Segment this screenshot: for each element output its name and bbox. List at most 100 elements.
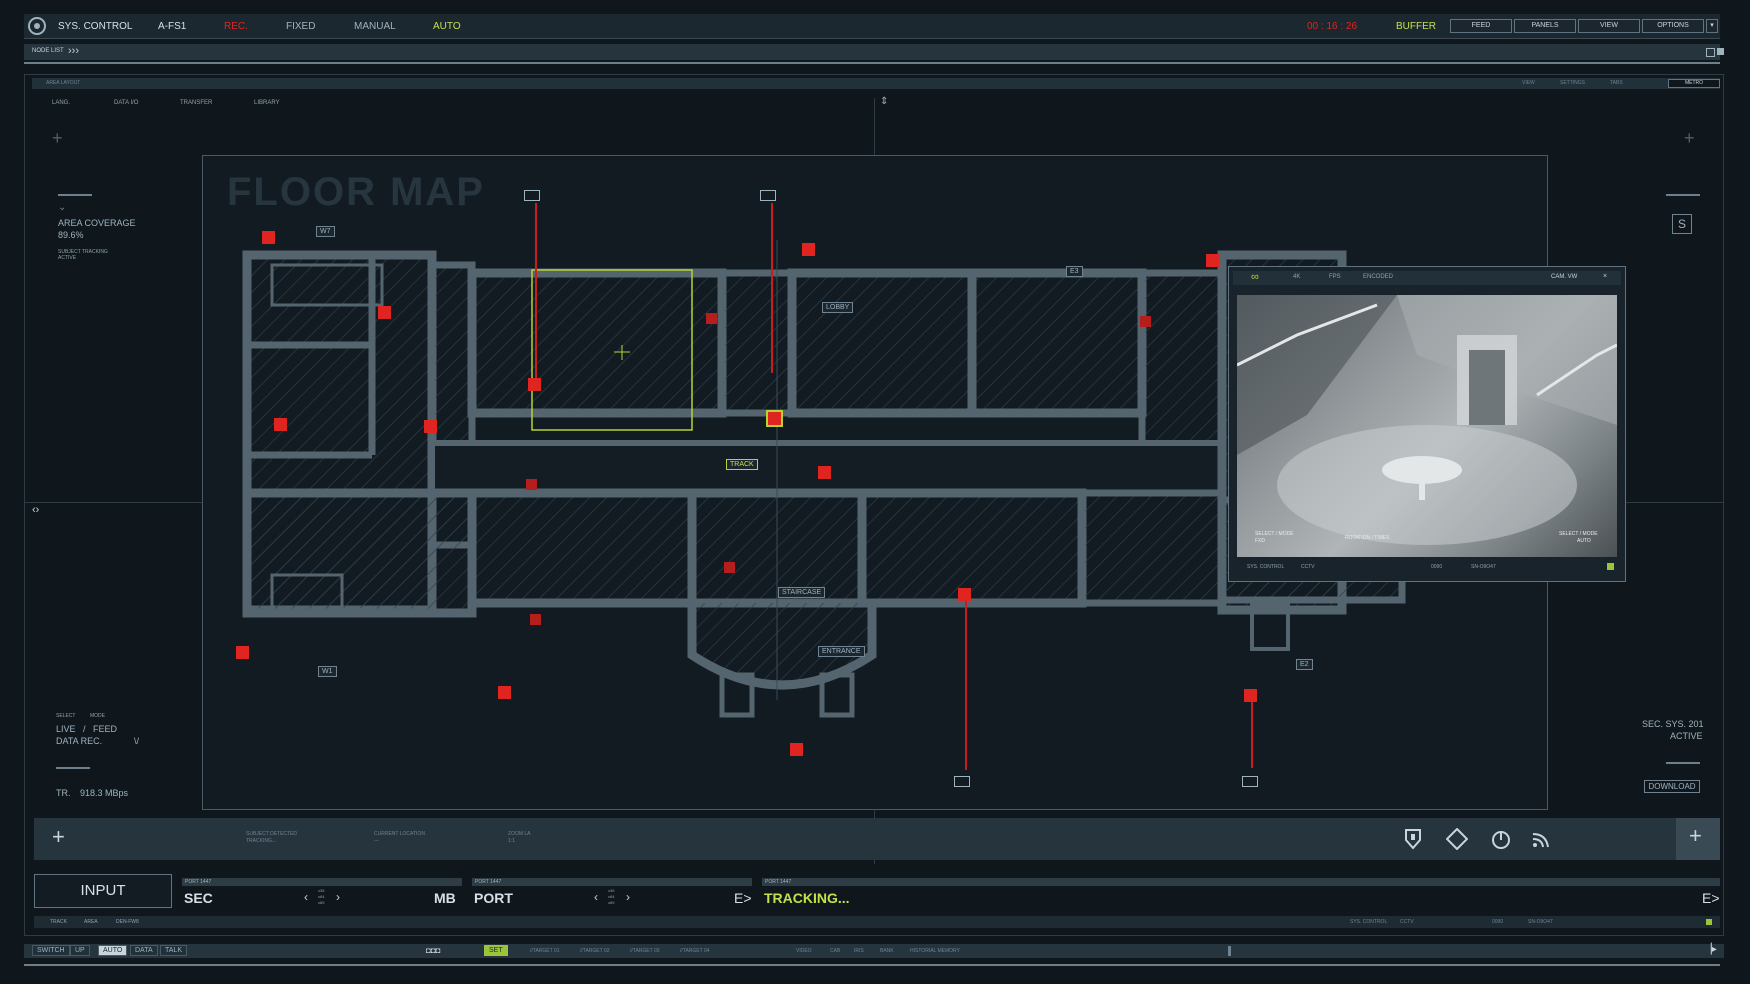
target-01[interactable]: //TARGET 01 <box>530 948 560 954</box>
panel-tabs-link[interactable]: TABS <box>1610 80 1623 86</box>
room-label-lobby[interactable]: LOBBY <box>822 302 854 313</box>
mini-controls-icon[interactable]: ◘◘◘ <box>426 946 441 955</box>
tracking-field[interactable]: PORT 1447 TRACKING... E> <box>762 878 1720 908</box>
set-button[interactable]: SET <box>484 945 508 956</box>
room-label-e3[interactable]: E3 <box>1066 266 1083 277</box>
subject-marker[interactable] <box>802 243 815 256</box>
execute-label[interactable]: E> <box>734 890 752 906</box>
room-label-e2[interactable]: E2 <box>1296 659 1313 670</box>
scroll-marker[interactable] <box>1228 946 1231 956</box>
s-badge[interactable]: S <box>1672 214 1692 234</box>
room-label-w1[interactable]: W1 <box>318 666 337 677</box>
menu-transfer[interactable]: TRANSFER <box>180 100 212 106</box>
stepper-right-icon[interactable]: › <box>626 890 630 904</box>
add-icon[interactable]: + <box>52 824 65 850</box>
bank-link[interactable]: BANK <box>880 948 894 954</box>
sec-field[interactable]: PORT 1447 SEC ‹ x36 x64 x89 › MB <box>182 878 462 908</box>
port-field[interactable]: PORT 1447 PORT ‹ x36 x64 x89 › E> <box>472 878 752 908</box>
target-04[interactable]: //TARGET 04 <box>680 948 710 954</box>
rec-indicator[interactable]: REC. <box>224 21 248 32</box>
expand-chevrons-icon[interactable]: ››› <box>68 45 79 57</box>
target-03[interactable]: //TARGET 03 <box>630 948 660 954</box>
subject-marker[interactable] <box>526 479 537 490</box>
camera-icon[interactable] <box>954 776 970 787</box>
live-feed-toggle[interactable]: LIVE / FEED <box>56 724 117 734</box>
camera-icon[interactable] <box>760 190 776 201</box>
window-icon[interactable] <box>1706 48 1715 57</box>
sub-den[interactable]: DEN-FW8 <box>116 919 139 925</box>
signal-icon[interactable] <box>1530 828 1552 850</box>
coverage-value: 89.6% <box>58 230 84 240</box>
subject-marker[interactable] <box>424 420 437 433</box>
switch-button[interactable]: SWITCH <box>32 945 70 956</box>
panel-view-link[interactable]: VIEW <box>1522 80 1535 86</box>
close-icon[interactable]: × <box>1603 273 1607 280</box>
menu-library[interactable]: LIBRARY <box>254 100 280 106</box>
download-button[interactable]: DOWNLOAD <box>1644 780 1700 793</box>
camera-feed-image[interactable]: SELECT / MODE FXD ROTATION / TIMES SELEC… <box>1237 295 1617 557</box>
panels-button[interactable]: PANELS <box>1514 19 1576 33</box>
historial-memory-link[interactable]: HISTORIAL MEMORY <box>910 948 960 954</box>
subject-marker[interactable] <box>790 743 803 756</box>
subject-marker[interactable] <box>1140 316 1151 327</box>
metro-box[interactable]: METRO <box>1668 79 1720 88</box>
mode-auto[interactable]: AUTO <box>433 21 461 32</box>
auto-button[interactable]: AUTO <box>98 945 128 956</box>
power-icon[interactable] <box>1490 828 1512 850</box>
stepper-left-icon[interactable]: ‹ <box>304 890 308 904</box>
subject-marker[interactable] <box>378 306 391 319</box>
sub-area[interactable]: AREA <box>84 919 98 925</box>
input-button[interactable]: INPUT <box>34 874 172 908</box>
execute-label[interactable]: E> <box>1702 890 1720 906</box>
room-label-staircase[interactable]: STAIRCASE <box>778 587 826 598</box>
room-label-track[interactable]: TRACK <box>726 459 758 470</box>
subject-marker[interactable] <box>498 686 511 699</box>
camera-icon[interactable] <box>524 190 540 201</box>
chevron-down-icon[interactable]: ▾ <box>1706 19 1718 33</box>
cab-link[interactable]: CAB <box>830 948 840 954</box>
subject-marker[interactable] <box>958 588 971 601</box>
stepper-left-icon[interactable]: ‹ <box>594 890 598 904</box>
camera-feed-window[interactable]: ∞ 4K FPS ENCODED CAM. VW × SELECT / MODE… <box>1228 266 1626 582</box>
add-panel-button[interactable]: + <box>1676 818 1720 860</box>
subject-marker[interactable] <box>530 614 541 625</box>
room-label-w7[interactable]: W7 <box>316 226 335 237</box>
menu-data-io[interactable]: DATA I/O <box>114 100 138 106</box>
camera-icon[interactable] <box>1242 776 1258 787</box>
collapse-chevron-icon[interactable]: ⌄ <box>58 202 66 213</box>
subject-marker[interactable] <box>236 646 249 659</box>
options-button[interactable]: OPTIONS <box>1642 19 1704 33</box>
subject-marker[interactable] <box>262 231 275 244</box>
lock-icon[interactable] <box>1717 48 1724 55</box>
view-button[interactable]: VIEW <box>1578 19 1640 33</box>
stepper-right-icon[interactable]: › <box>336 890 340 904</box>
tracked-subject-marker[interactable] <box>766 410 783 427</box>
menu-lang[interactable]: LANG. <box>52 100 70 106</box>
subject-marker[interactable] <box>818 466 831 479</box>
room-label-entrance[interactable]: ENTRANCE <box>818 646 865 657</box>
subject-marker[interactable] <box>274 418 287 431</box>
iris-link[interactable]: IRIS <box>854 948 864 954</box>
panel-settings-link[interactable]: SETTINGS <box>1560 80 1585 86</box>
video-link[interactable]: VIDEO <box>796 948 812 954</box>
subject-marker[interactable] <box>724 562 735 573</box>
subject-marker[interactable] <box>706 313 717 324</box>
up-button[interactable]: UP <box>70 945 90 956</box>
mode-manual[interactable]: MANUAL <box>354 21 396 32</box>
subject-marker[interactable] <box>528 378 541 391</box>
vertical-resize-icon[interactable]: ⇕ <box>880 96 888 107</box>
target-02[interactable]: //TARGET 02 <box>580 948 610 954</box>
talk-button[interactable]: TALK <box>160 945 187 956</box>
subject-marker[interactable] <box>1244 689 1257 702</box>
data-button[interactable]: DATA <box>130 945 158 956</box>
camera-view-label[interactable]: CAM. VW <box>1551 274 1577 280</box>
shield-icon[interactable] <box>1404 828 1422 850</box>
camera-footer-sn: SN-O9O47 <box>1471 564 1496 570</box>
collapse-panel-icon[interactable]: ▕▸ <box>1704 944 1717 955</box>
subject-marker[interactable] <box>1206 254 1219 267</box>
diamond-icon[interactable] <box>1446 828 1468 850</box>
mode-fixed[interactable]: FIXED <box>286 21 315 32</box>
horizontal-resize-icon[interactable]: ‹› <box>32 504 39 516</box>
sub-track[interactable]: TRACK <box>50 919 67 925</box>
feed-button[interactable]: FEED <box>1450 19 1512 33</box>
